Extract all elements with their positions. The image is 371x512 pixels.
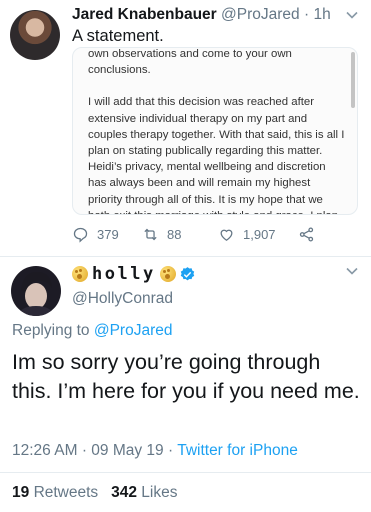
scrollbar[interactable] [351, 52, 355, 108]
statement-image[interactable]: own observations and come to your own co… [72, 47, 358, 215]
tweet-stats: 19 Retweets 342 Likes [12, 484, 177, 502]
tweet-time[interactable]: 1h [313, 6, 330, 23]
main-tweet: holly @HollyConrad Replying to @ProJared… [0, 256, 371, 512]
avatar[interactable] [10, 10, 60, 60]
share-button[interactable] [298, 226, 323, 243]
replying-to: Replying to @ProJared [12, 322, 173, 340]
divider [0, 472, 371, 473]
author-handle[interactable]: @ProJared [221, 6, 300, 23]
like-label: Likes [141, 484, 178, 501]
retweet-count: 88 [167, 227, 182, 242]
replying-handle-link[interactable]: @ProJared [94, 322, 173, 339]
display-name[interactable]: holly [92, 264, 156, 284]
statement-paragraph: own observations and come to your own co… [88, 48, 292, 77]
tweet-text: Im so sorry you’re going through this. I… [12, 350, 360, 403]
tweet-time[interactable]: 12:26 AM [12, 442, 78, 459]
tweet-actions: 379 88 1,907 [72, 226, 342, 248]
retweet-button[interactable]: 88 [142, 226, 181, 243]
like-count: 342 [111, 484, 137, 501]
tweet-text: A statement. [72, 27, 164, 45]
share-icon [299, 227, 314, 242]
retweet-icon [144, 228, 157, 241]
reply-icon [73, 227, 88, 243]
tweet-date[interactable]: 09 May 19 [91, 442, 163, 459]
retweet-count: 19 [12, 484, 30, 501]
retweets-stat[interactable]: 19 Retweets [12, 484, 98, 501]
author-handle[interactable]: @HollyConrad [72, 290, 173, 308]
tweet-header: Jared Knabenbauer @ProJared · 1h [72, 6, 331, 24]
separator-dot: · [303, 6, 310, 23]
retweet-label: Retweets [33, 484, 99, 501]
avatar[interactable] [11, 266, 61, 316]
tweet-header: holly [72, 262, 196, 286]
statement-paragraph: I will add that this decision was reache… [88, 96, 345, 214]
replying-prefix: Replying to [12, 322, 90, 339]
separator-dot: · [168, 442, 174, 459]
like-button[interactable]: 1,907 [218, 226, 276, 243]
separator-dot: · [81, 442, 87, 459]
client-link[interactable]: Twitter for iPhone [177, 442, 298, 459]
likes-stat[interactable]: 342 Likes [111, 484, 177, 501]
moon-emoji-icon [72, 266, 88, 282]
heart-icon [220, 229, 233, 241]
quoted-tweet-context[interactable]: Jared Knabenbauer @ProJared · 1h A state… [0, 0, 371, 256]
author-name[interactable]: Jared Knabenbauer [72, 6, 217, 23]
reply-count: 379 [97, 227, 119, 242]
moon-emoji-icon [159, 266, 176, 282]
reply-button[interactable]: 379 [72, 226, 119, 243]
chevron-down-icon[interactable] [345, 8, 359, 26]
tweet-meta: 12:26 AM · 09 May 19 · Twitter for iPhon… [12, 442, 298, 460]
chevron-down-icon[interactable] [345, 264, 359, 282]
verified-badge-icon [180, 266, 194, 280]
like-count: 1,907 [243, 227, 276, 242]
